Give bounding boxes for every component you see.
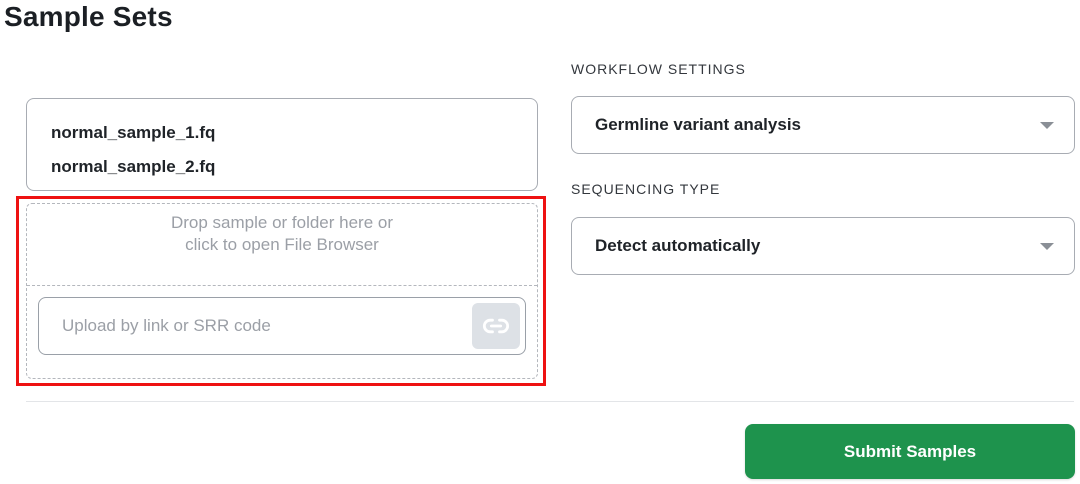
- link-icon: [482, 318, 510, 334]
- divider: [26, 401, 1074, 402]
- workflow-settings-label: WORKFLOW SETTINGS: [571, 61, 746, 77]
- sequencing-selected-value: Detect automatically: [595, 236, 761, 255]
- workflow-selected-value: Germline variant analysis: [595, 115, 801, 134]
- page-title: Sample Sets: [4, 1, 173, 32]
- file-item[interactable]: normal_sample_1.fq: [51, 116, 537, 150]
- drop-area-text: Drop sample or folder here or click to o…: [170, 213, 394, 254]
- workflow-select[interactable]: Germline variant analysis: [571, 96, 1075, 154]
- chevron-down-icon: [1040, 122, 1054, 129]
- upload-link-input[interactable]: [40, 299, 460, 353]
- upload-link-button[interactable]: [472, 303, 520, 349]
- upload-zone: Drop sample or folder here or click to o…: [26, 203, 538, 379]
- submit-samples-button[interactable]: Submit Samples: [745, 424, 1075, 479]
- chevron-down-icon: [1040, 243, 1054, 250]
- link-upload-field: [38, 297, 526, 355]
- file-item[interactable]: normal_sample_2.fq: [51, 150, 537, 184]
- sequencing-type-select[interactable]: Detect automatically: [571, 217, 1075, 275]
- file-drop-area[interactable]: Drop sample or folder here or click to o…: [27, 204, 537, 286]
- selected-files-list: normal_sample_1.fq normal_sample_2.fq: [26, 98, 538, 191]
- sample-sets-page: Sample Sets normal_sample_1.fq normal_sa…: [0, 0, 1080, 484]
- sequencing-type-label: SEQUENCING TYPE: [571, 181, 721, 197]
